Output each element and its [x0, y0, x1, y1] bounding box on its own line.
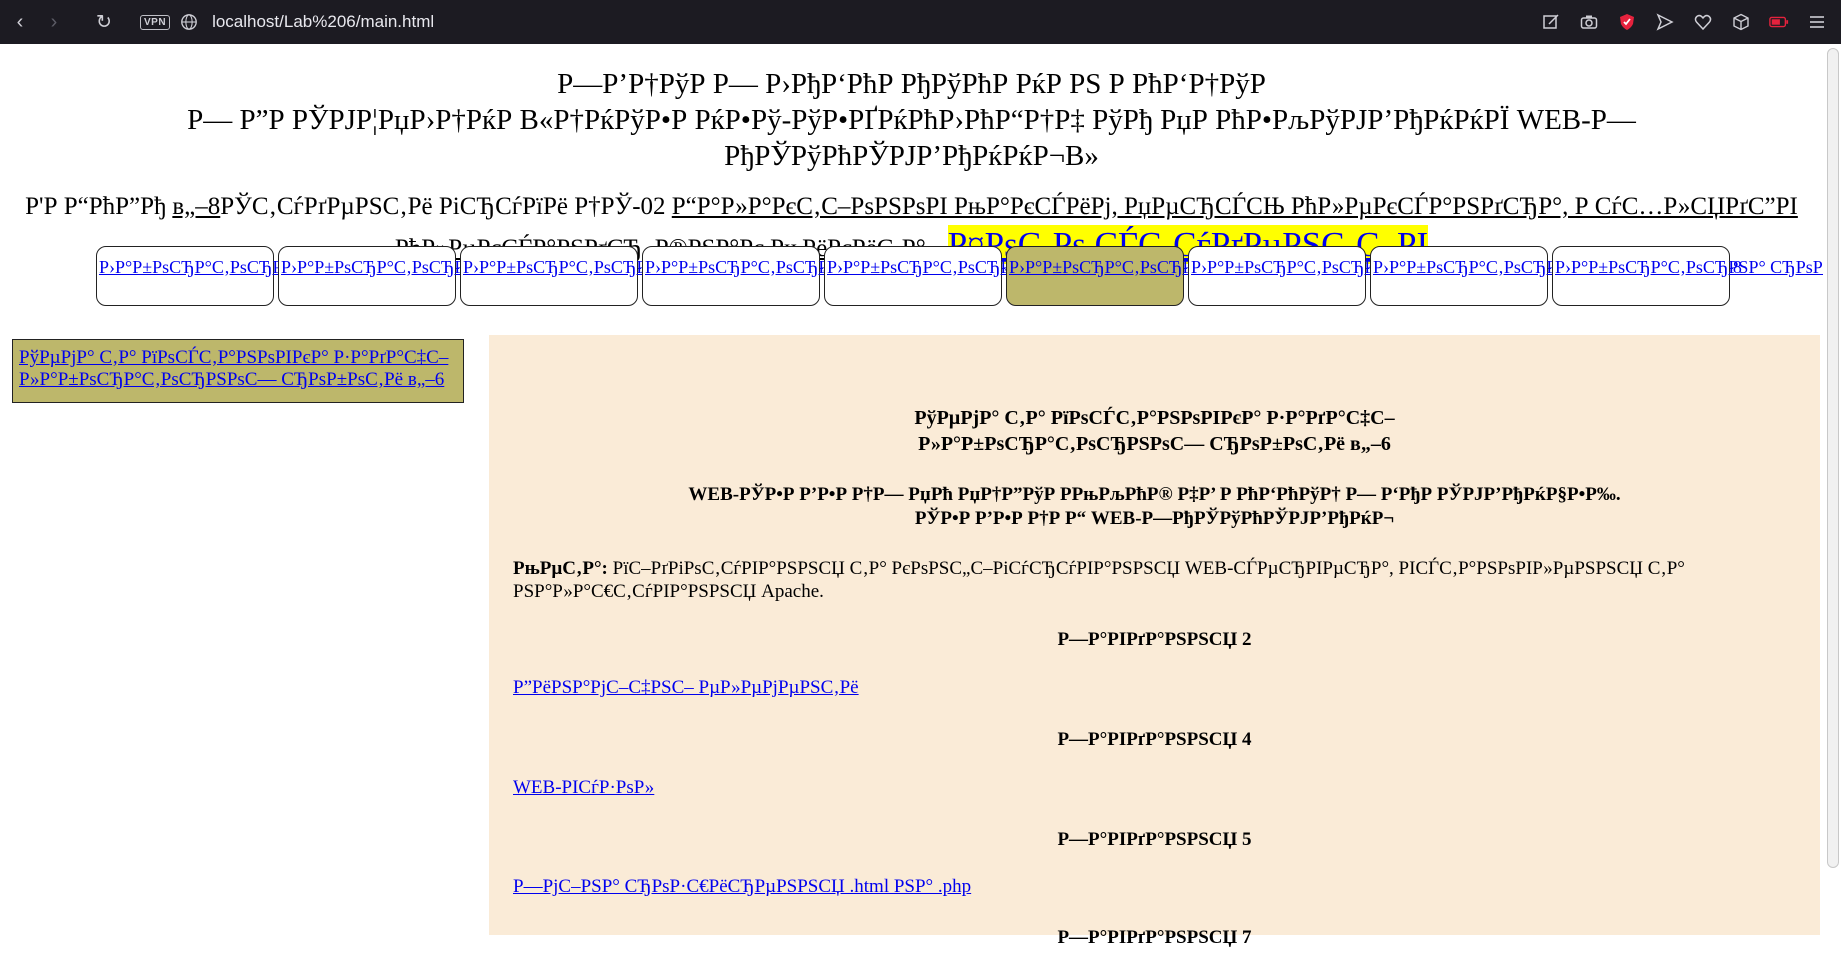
heart-icon[interactable] [1693, 12, 1713, 32]
brigade-link[interactable]: в„–8 [172, 193, 220, 220]
task-2-label: Р—Р°РІРґР°РЅРЅСЏ 2 [1057, 629, 1252, 650]
menu-icon[interactable] [1807, 12, 1827, 32]
scrollbar[interactable] [1823, 44, 1841, 966]
lab-button-5[interactable]: Р›Р°Р±РѕСЂР°С‚РѕСЂРЅР° СЂРѕР±РѕС‚Р° в„–5 [824, 246, 1196, 306]
group-text: РЎС‚СѓРґРµРЅС‚Рё РіСЂСѓРїРё Р†РЎ-02 [220, 193, 672, 220]
send-icon[interactable] [1655, 12, 1675, 32]
content-subheading-line-1: WEB-РЎР•Р Р’Р•Р Р†Р— РџРћ РџР†Р”РўР РРњР… [688, 484, 1621, 505]
lab-button-2[interactable]: Р›Р°Р±РѕСЂР°С‚РѕСЂРЅР° СЂРѕР±РѕС‚Р° в„–2 [278, 246, 650, 306]
page-title: Р—Р’Р†РўР Р— Р›РђР‘РћР РђРўРћР РќР РЅ Р … [0, 66, 1823, 174]
task-5-label: Р—Р°РІРґР°РЅРЅСЏ 5 [1057, 829, 1252, 850]
content-subheading: WEB-РЎР•Р Р’Р•Р Р†Р— РџРћ РџР†Р”РўР РРњР… [489, 483, 1820, 531]
cube-icon[interactable] [1731, 12, 1751, 32]
sidebar-item-task[interactable]: РўРµРјР° С‚Р° РїРѕСЃС‚Р°РЅРѕРІРєР° Р·Р°Р… [19, 347, 459, 391]
task-4-label: Р—Р°РІРґР°РЅРЅСЏ 4 [1057, 729, 1252, 750]
lab-button-7[interactable]: Р›Р°Р±РѕСЂР°С‚РѕСЂРЅР° СЂРѕР±РѕС‚Р° в„–7 [1188, 246, 1560, 306]
task-4-link[interactable]: WEB-РІСѓР·РѕР» [513, 777, 654, 799]
goal-text: РїС–РґРіРѕС‚СѓРІР°РЅРЅСЏ С‚Р° РєРѕРЅС„С–… [513, 558, 1685, 602]
edit-icon[interactable] [1541, 12, 1561, 32]
task-5-link[interactable]: Р—РјС–РЅР° СЂРѕР·С€РёСЂРµРЅРЅСЏ .html РЅ… [513, 876, 971, 898]
back-icon[interactable]: ‹ [6, 8, 34, 36]
lab-button-1[interactable]: Р›Р°Р±РѕСЂР°С‚РѕСЂРЅР° СЂРѕР±РѕС‚Р° в„–1 [96, 246, 468, 306]
address-bar[interactable]: localhost/Lab%206/main.html [212, 12, 434, 32]
content-heading: РўРµРјР° С‚Р° РїРѕСЃС‚Р°РЅРѕРІРєР° Р·Р°Р… [489, 405, 1820, 457]
lab-button-4[interactable]: Р›Р°Р±РѕСЂР°С‚РѕСЂРЅР° СЂРѕР±РѕС‚Р° в„–4 [642, 246, 1014, 306]
content-heading-line-2: Р»Р°Р±РѕСЂР°С‚РѕСЂРЅРѕС— СЂРѕР±РѕС‚Рё в„… [918, 433, 1391, 455]
brigade-prefix: Р'Р Р“РћР”Рђ [25, 193, 173, 220]
main-content: РўРµРјР° С‚Р° РїРѕСЃС‚Р°РЅРѕРІРєР° Р·Р°Р… [489, 335, 1820, 948]
lab-nav: Р›Р°Р±РѕСЂР°С‚РѕСЂРЅР° СЂРѕР±РѕС‚Р° в„–1… [96, 246, 1841, 306]
goal-label: РњРµС‚Р°: [513, 558, 608, 579]
title-line-3: РђРЎРўРћРЎРЈР’РђРќРќР¬В» [724, 140, 1099, 172]
lab-button-8[interactable]: Р›Р°Р±РѕСЂР°С‚РѕСЂРЅР° СЂРѕР±РѕС‚Р° в„–8 [1370, 246, 1742, 306]
globe-icon [181, 14, 197, 30]
browser-toolbar: ‹ › ↻ VPN localhost/Lab%206/main.html [0, 0, 1841, 44]
title-line-1: Р—Р’Р†РўР Р— Р›РђР‘РћР РђРўРћР РќР РЅ Р … [557, 68, 1266, 100]
battery-icon[interactable] [1769, 12, 1789, 32]
lab-button-6[interactable]: Р›Р°Р±РѕСЂР°С‚РѕСЂРЅР° СЂРѕР±РѕС‚Р° в„–6 [1006, 246, 1378, 306]
vpn-badge[interactable]: VPN [140, 14, 171, 30]
goal-paragraph: РњРµС‚Р°: РїС–РґРіРѕС‚СѓРІР°РЅРЅСЏ С‚Р° … [513, 557, 1793, 603]
lab-button-9[interactable]: Р›Р°Р±РѕСЂР°С‚РѕСЂРЅР° СЂРѕР±РѕС‚Р° в„–9 [1552, 246, 1841, 306]
forward-icon[interactable]: › [40, 8, 68, 36]
task-2-link[interactable]: Р”РёРЅР°РјС–С‡РЅС– РµР»РµРјРµРЅС‚Рё [513, 677, 859, 699]
task-7-label: Р—Р°РІРґР°РЅРЅСЏ 7 [1057, 927, 1252, 948]
lab-button-3[interactable]: Р›Р°Р±РѕСЂР°С‚РѕСЂРЅР° СЂРѕР±РѕС‚Р° в„–3 [460, 246, 832, 306]
content-heading-line-1: РўРµРјР° С‚Р° РїРѕСЃС‚Р°РЅРѕРІРєР° Р·Р°Р… [914, 407, 1395, 429]
reload-icon[interactable]: ↻ [90, 8, 118, 36]
shield-icon[interactable] [1617, 12, 1637, 32]
camera-icon[interactable] [1579, 12, 1599, 32]
content-subheading-line-2: РЎР•Р Р’Р•Р Р†Р Р“ WEB-Р—РђРЎРўРћРЎРЈР’Р… [914, 508, 1395, 529]
scrollbar-thumb[interactable] [1827, 48, 1839, 868]
title-line-2: Р— Р”Р РЎРЈР¦РџР›Р†РќР В«Р†РќРўР•Р РќР•Р… [187, 104, 1636, 136]
